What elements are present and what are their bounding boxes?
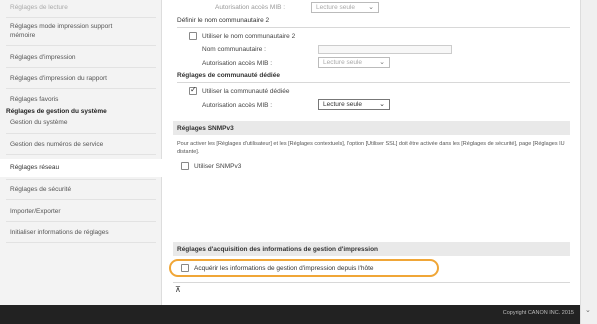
community2-heading: Définir le nom communautaire 2 xyxy=(177,17,270,24)
dedicated-use-checkbox[interactable] xyxy=(189,85,197,95)
community2-use-label: Utiliser le nom communautaire 2 xyxy=(202,32,296,40)
sidebar-divider xyxy=(6,242,156,243)
community2-access-label: Autorisation accès MIB : xyxy=(202,60,273,67)
chevron-down-icon: ⌄ xyxy=(379,101,385,108)
sidebar-item-initialize-settings[interactable]: Initialiser informations de réglages xyxy=(0,228,162,237)
sidebar-divider xyxy=(6,154,156,155)
sidebar-divider xyxy=(6,45,156,46)
sidebar-item-memory-media-print[interactable]: Réglages mode impression support xyxy=(0,22,162,31)
sidebar-item-report-print-settings[interactable]: Réglages d'impression du rapport xyxy=(0,74,162,83)
dedicated-use-label: Utiliser la communauté dédiée xyxy=(202,87,290,95)
community1-access-row: Autorisation accès MIB : xyxy=(215,4,285,11)
community2-access-row: Autorisation accès MIB : xyxy=(202,60,272,67)
chevron-down-icon: ⌄ xyxy=(368,4,374,11)
divider xyxy=(177,27,570,28)
sidebar-item-favorites[interactable]: Réglages favoris xyxy=(0,95,162,104)
sidebar-divider xyxy=(6,67,156,68)
sidebar-divider xyxy=(6,133,156,134)
printer-mgmt-acquire-label: Acquérir les informations de gestion d'i… xyxy=(194,264,374,272)
sidebar-divider xyxy=(6,179,156,180)
printer-mgmt-heading: Réglages d'acquisition des informations … xyxy=(173,242,570,256)
sidebar-item-scan-settings[interactable]: Réglages de lecture xyxy=(0,3,162,12)
divider xyxy=(177,82,570,83)
scroll-down-icon[interactable]: ⌄ xyxy=(585,306,591,314)
divider xyxy=(173,282,570,283)
snmpv3-use-row: Utiliser SNMPv3 xyxy=(181,162,241,170)
community2-name-label: Nom communautaire : xyxy=(202,46,266,53)
sidebar-item-system-management[interactable]: Gestion du système xyxy=(0,118,162,127)
community1-access-label: Autorisation accès MIB : xyxy=(215,4,286,11)
sidebar-divider xyxy=(6,221,156,222)
sidebar-item-memory-media-print-cont[interactable]: mémoire xyxy=(0,31,162,40)
sidebar-item-print-settings[interactable]: Réglages d'impression xyxy=(0,53,162,62)
sidebar-divider xyxy=(6,88,156,89)
community2-use-checkbox[interactable] xyxy=(189,32,197,40)
printer-mgmt-acquire-checkbox[interactable] xyxy=(181,264,189,272)
community2-access-value: Lecture seule xyxy=(323,59,363,66)
chevron-down-icon: ⌄ xyxy=(379,59,385,66)
dedicated-access-select[interactable]: Lecture seule ⌄ xyxy=(318,99,390,110)
sidebar-item-network-settings[interactable]: Réglages réseau xyxy=(0,159,162,177)
main-content: Autorisation accès MIB : Lecture seule ⌄… xyxy=(163,0,580,305)
snmpv3-description: Pour activer les [Réglages d'utilisateur… xyxy=(177,141,565,155)
community1-access-value: Lecture seule xyxy=(316,4,356,11)
sidebar-divider xyxy=(6,199,156,200)
community2-use-row: Utiliser le nom communautaire 2 xyxy=(189,32,295,40)
sidebar-group-system-management: Réglages de gestion du système xyxy=(6,108,107,115)
community2-name-row: Nom communautaire : xyxy=(202,46,266,53)
top-anchor-icon[interactable]: ⊼ xyxy=(175,285,181,294)
sidebar-item-import-export[interactable]: Importer/Exporter xyxy=(0,207,162,216)
copyright-text: Copyright CANON INC. 2015 xyxy=(502,310,574,316)
snmpv3-heading: Réglages SNMPv3 xyxy=(173,121,570,135)
footer-bar: Copyright CANON INC. 2015 xyxy=(0,305,580,324)
community1-access-select[interactable]: Lecture seule ⌄ xyxy=(311,2,379,13)
printer-mgmt-acquire-row: Acquérir les informations de gestion d'i… xyxy=(181,264,374,272)
community2-access-select[interactable]: Lecture seule ⌄ xyxy=(318,57,390,68)
snmpv3-use-checkbox[interactable] xyxy=(181,162,189,170)
community2-name-input[interactable] xyxy=(318,45,452,54)
dedicated-access-label: Autorisation accès MIB : xyxy=(202,102,273,109)
dedicated-heading: Réglages de communauté dédiée xyxy=(177,72,280,79)
scrollbar[interactable]: ⌄ xyxy=(580,0,597,324)
snmpv3-use-label: Utiliser SNMPv3 xyxy=(194,162,242,170)
sidebar: Réglages de lecture Réglages mode impres… xyxy=(0,0,162,305)
sidebar-divider xyxy=(6,17,156,18)
dedicated-access-row: Autorisation accès MIB : xyxy=(202,102,272,109)
dedicated-access-value: Lecture seule xyxy=(323,101,363,108)
dedicated-use-row: Utiliser la communauté dédiée xyxy=(189,85,290,95)
sidebar-item-security-settings[interactable]: Réglages de sécurité xyxy=(0,185,162,194)
sidebar-item-department-id[interactable]: Gestion des numéros de service xyxy=(0,140,162,149)
